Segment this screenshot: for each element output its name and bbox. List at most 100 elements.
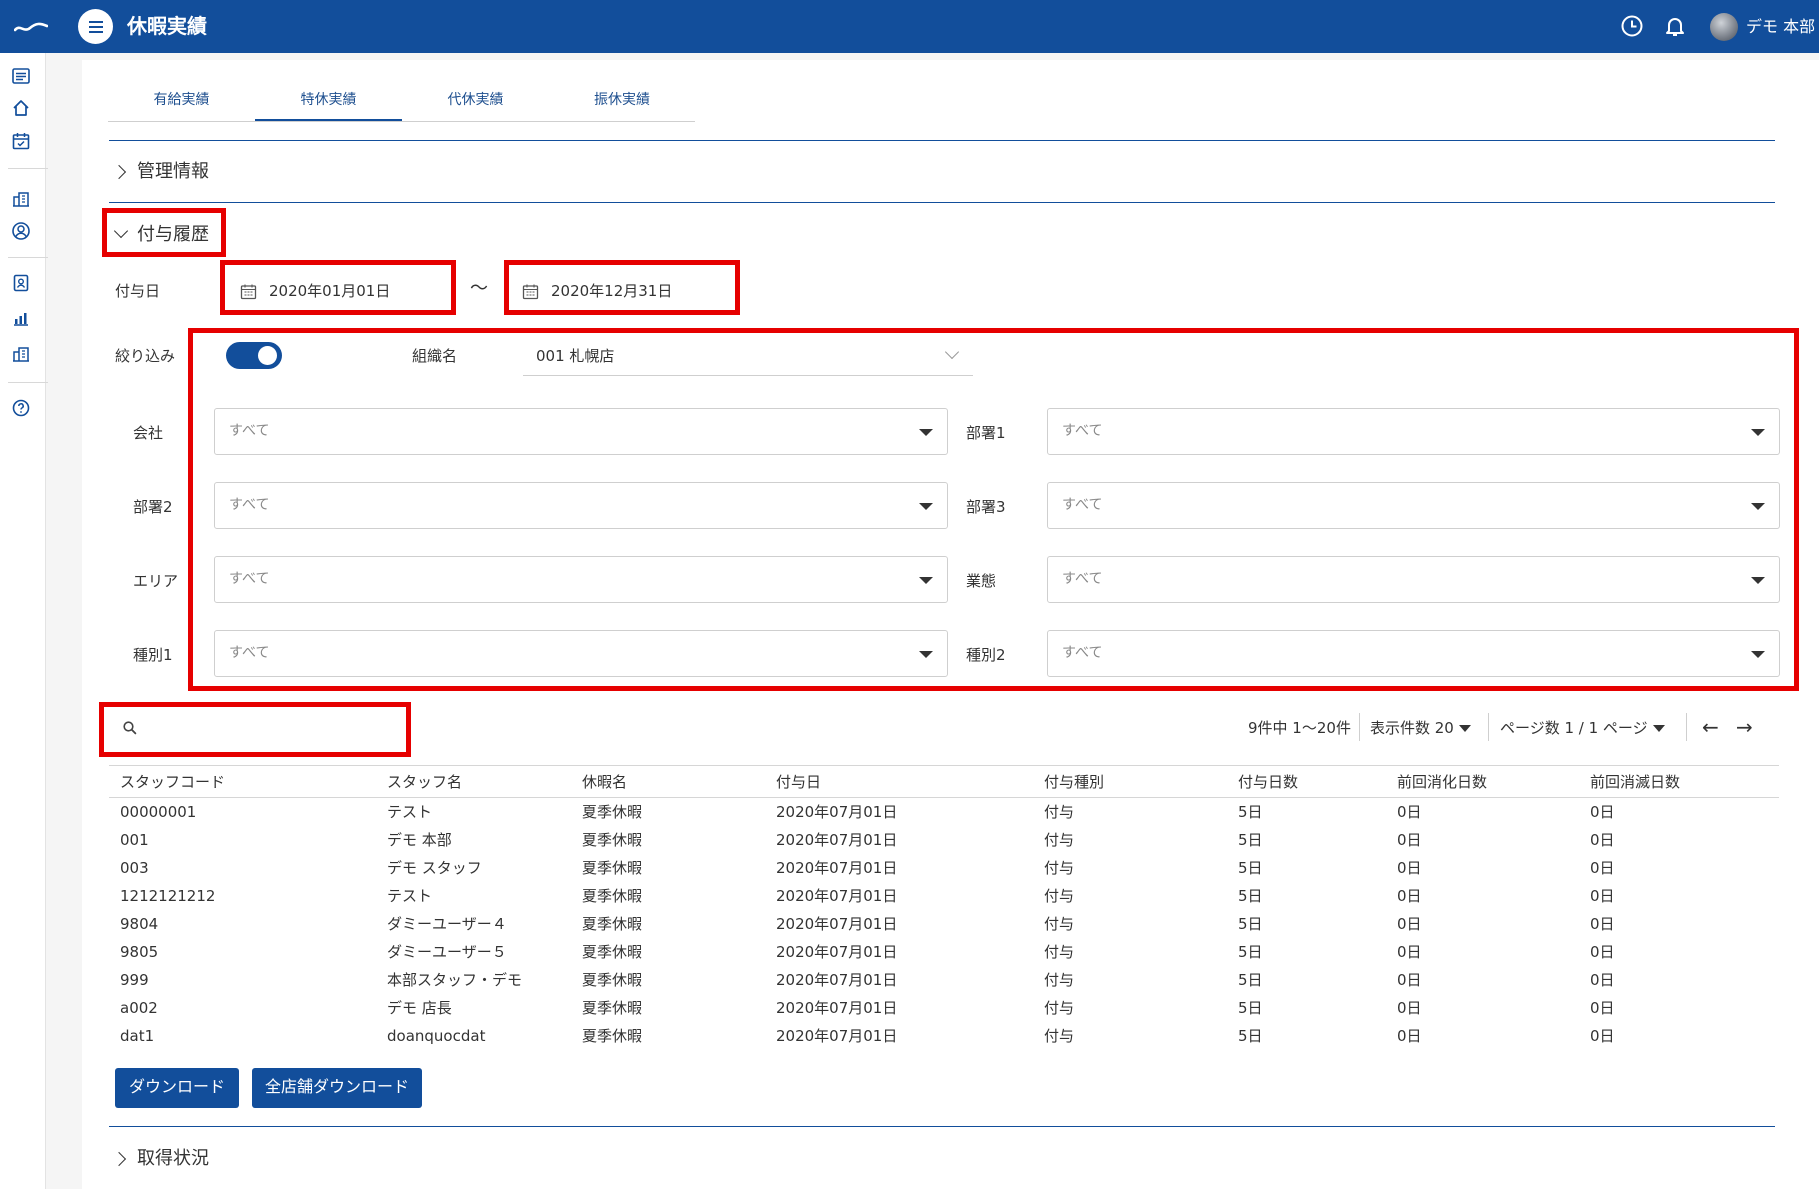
bell-icon[interactable] <box>1662 13 1688 39</box>
page-select-value: ページ数 1 / 1 ページ <box>1500 719 1648 737</box>
tab-special-leave[interactable]: 特休実績 <box>255 88 402 122</box>
bar-chart-icon[interactable] <box>11 309 31 329</box>
id-badge-icon[interactable] <box>11 273 31 293</box>
cell-staff-name: 本部スタッフ・デモ <box>387 971 523 989</box>
cell-grant-days: 5日 <box>1238 887 1263 905</box>
cell-grant-type: 付与 <box>1044 887 1075 905</box>
calendar-check-icon[interactable] <box>11 131 31 151</box>
download-all-stores-button[interactable]: 全店舗ダウンロード <box>252 1068 422 1108</box>
column-header-grant-type[interactable]: 付与種別 <box>1044 770 1104 794</box>
cell-staff-code: 1212121212 <box>120 887 216 905</box>
table-row[interactable]: 9805 ダミーユーザー５ 夏季休暇 2020年07月01日 付与 5日 0日 … <box>109 938 1779 966</box>
highlight-box <box>188 328 1799 691</box>
cell-prev-expired-days: 0日 <box>1590 915 1615 933</box>
user-circle-icon[interactable] <box>11 221 31 241</box>
table-row[interactable]: a002 デモ 店長 夏季休暇 2020年07月01日 付与 5日 0日 0日 <box>109 994 1779 1022</box>
table-row[interactable]: 9804 ダミーユーザー４ 夏季休暇 2020年07月01日 付与 5日 0日 … <box>109 910 1779 938</box>
grant-date-label: 付与日 <box>115 282 161 300</box>
tab-paid-leave[interactable]: 有給実績 <box>108 88 255 122</box>
cell-leave-name: 夏季休暇 <box>582 999 643 1017</box>
clock-icon[interactable] <box>1619 13 1645 39</box>
cell-prev-expired-days: 0日 <box>1590 803 1615 821</box>
cell-grant-type: 付与 <box>1044 999 1075 1017</box>
cell-grant-type: 付与 <box>1044 831 1075 849</box>
cell-grant-type: 付与 <box>1044 1027 1075 1045</box>
column-header-prev-expired-days[interactable]: 前回消滅日数 <box>1590 770 1680 794</box>
cell-prev-expired-days: 0日 <box>1590 999 1615 1017</box>
cell-grant-date: 2020年07月01日 <box>776 971 898 989</box>
tab-compensatory-leave[interactable]: 代休実績 <box>402 88 549 122</box>
cell-prev-expired-days: 0日 <box>1590 859 1615 877</box>
cell-prev-expired-days: 0日 <box>1590 1027 1615 1045</box>
section-divider <box>109 140 1775 141</box>
cell-prev-used-days: 0日 <box>1397 971 1422 989</box>
tab-substitute-leave[interactable]: 振休実績 <box>549 88 695 122</box>
cell-prev-used-days: 0日 <box>1397 859 1422 877</box>
help-icon[interactable] <box>11 398 31 418</box>
column-header-staff-name[interactable]: スタッフ名 <box>387 770 462 794</box>
cell-prev-used-days: 0日 <box>1397 999 1422 1017</box>
user-name[interactable]: デモ 本部 <box>1746 16 1815 38</box>
building-icon[interactable] <box>11 189 31 209</box>
cell-prev-expired-days: 0日 <box>1590 831 1615 849</box>
highlight-box <box>102 208 226 257</box>
cell-staff-code: dat1 <box>120 1027 155 1045</box>
cell-staff-code: a002 <box>120 999 158 1017</box>
download-button[interactable]: ダウンロード <box>115 1068 239 1108</box>
highlight-box <box>220 260 456 315</box>
table-row[interactable]: 003 デモ スタッフ 夏季休暇 2020年07月01日 付与 5日 0日 0日 <box>109 854 1779 882</box>
date-range-separator: 〜 <box>470 278 488 299</box>
page-select[interactable]: ページ数 1 / 1 ページ <box>1500 716 1665 740</box>
sidebar-divider <box>8 168 48 169</box>
cell-grant-date: 2020年07月01日 <box>776 831 898 849</box>
home-icon[interactable] <box>11 98 31 118</box>
company-label: 会社 <box>133 424 164 442</box>
column-header-staff-code[interactable]: スタッフコード <box>120 770 225 794</box>
list-icon[interactable] <box>11 66 31 86</box>
column-header-grant-days[interactable]: 付与日数 <box>1238 770 1298 794</box>
caret-down-icon <box>1458 725 1471 732</box>
column-header-prev-used-days[interactable]: 前回消化日数 <box>1397 770 1487 794</box>
menu-button[interactable] <box>78 9 113 44</box>
cell-leave-name: 夏季休暇 <box>582 943 643 961</box>
building-chart-icon[interactable] <box>11 344 31 364</box>
pagination-divider <box>1488 713 1489 741</box>
cell-grant-days: 5日 <box>1238 1027 1263 1045</box>
narrow-label: 絞り込み <box>115 347 176 365</box>
cell-staff-name: doanquocdat <box>387 1027 486 1045</box>
section-title-management: 管理情報 <box>137 161 209 182</box>
cell-grant-date: 2020年07月01日 <box>776 803 898 821</box>
cell-staff-code: 00000001 <box>120 803 197 821</box>
column-header-leave-name[interactable]: 休暇名 <box>582 770 627 794</box>
cell-grant-date: 2020年07月01日 <box>776 943 898 961</box>
cell-staff-name: テスト <box>387 887 433 905</box>
app-logo-icon[interactable] <box>14 20 48 34</box>
page-title: 休暇実績 <box>127 14 207 38</box>
cell-staff-name: デモ 本部 <box>387 831 452 849</box>
table-row[interactable]: dat1 doanquocdat 夏季休暇 2020年07月01日 付与 5日 … <box>109 1022 1779 1050</box>
per-page-select[interactable]: 表示件数 20 <box>1370 716 1471 740</box>
avatar[interactable] <box>1710 13 1738 41</box>
cell-grant-type: 付与 <box>1044 971 1075 989</box>
next-page-button[interactable]: → <box>1736 714 1753 740</box>
table-row[interactable]: 999 本部スタッフ・デモ 夏季休暇 2020年07月01日 付与 5日 0日 … <box>109 966 1779 994</box>
caret-down-icon <box>1652 725 1665 732</box>
cell-grant-date: 2020年07月01日 <box>776 1027 898 1045</box>
section-divider <box>109 202 1775 203</box>
cell-staff-name: デモ 店長 <box>387 999 452 1017</box>
cell-staff-code: 9805 <box>120 943 159 961</box>
cell-grant-date: 2020年07月01日 <box>776 915 898 933</box>
type1-label: 種別1 <box>133 646 173 664</box>
table-row[interactable]: 001 デモ 本部 夏季休暇 2020年07月01日 付与 5日 0日 0日 <box>109 826 1779 854</box>
table-row[interactable]: 1212121212 テスト 夏季休暇 2020年07月01日 付与 5日 0日… <box>109 882 1779 910</box>
table-row[interactable]: 00000001 テスト 夏季休暇 2020年07月01日 付与 5日 0日 0… <box>109 798 1779 826</box>
cell-leave-name: 夏季休暇 <box>582 1027 643 1045</box>
cell-prev-used-days: 0日 <box>1397 887 1422 905</box>
prev-page-button[interactable]: ← <box>1702 714 1719 740</box>
cell-grant-type: 付与 <box>1044 859 1075 877</box>
cell-grant-days: 5日 <box>1238 859 1263 877</box>
result-summary: 9件中 1〜20件 <box>1248 719 1351 737</box>
column-header-grant-date[interactable]: 付与日 <box>776 770 821 794</box>
cell-grant-date: 2020年07月01日 <box>776 999 898 1017</box>
dept2-label: 部署2 <box>133 498 173 516</box>
